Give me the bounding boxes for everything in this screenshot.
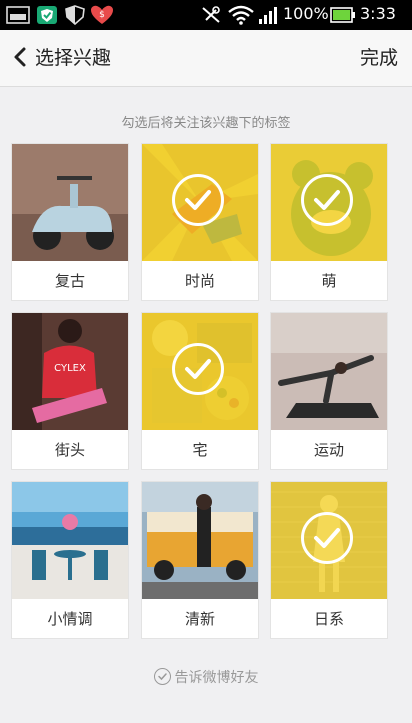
sports-photo xyxy=(271,313,387,430)
interest-label: 日系 xyxy=(313,610,344,628)
interest-label: 萌 xyxy=(321,272,337,290)
interest-card-fresh[interactable]: 清新 xyxy=(141,481,259,639)
check-circle-icon xyxy=(153,668,171,685)
interest-label: 运动 xyxy=(313,441,344,459)
chevron-left-icon[interactable] xyxy=(10,42,36,72)
vintage-photo xyxy=(12,144,128,261)
mute-icon xyxy=(202,6,220,23)
sale-icon: $ xyxy=(91,5,113,25)
mood-photo xyxy=(12,482,128,599)
notification-icon xyxy=(6,6,30,24)
check-circle-icon xyxy=(172,343,224,395)
check-circle-icon xyxy=(301,512,353,564)
nav-bar: 选择兴趣 完成 xyxy=(0,30,412,87)
svg-text:CYLEX: CYLEX xyxy=(54,363,86,374)
battery-icon xyxy=(330,7,355,23)
screen: $ 100% 3:33 选择兴趣 完成 勾选后将关注该兴趣下的标签 复古 时尚 … xyxy=(0,0,412,723)
check-circle-icon xyxy=(172,174,224,226)
interest-card-sports[interactable]: 运动 xyxy=(270,312,388,470)
shield-icon xyxy=(37,6,57,24)
battery-percent: 100% xyxy=(283,4,329,23)
done-button[interactable]: 完成 xyxy=(360,43,398,70)
signal-icon xyxy=(259,7,277,24)
interest-card-mood[interactable]: 小情调 xyxy=(11,481,129,639)
interest-label: 街头 xyxy=(54,441,85,459)
street-photo: CYLEX xyxy=(12,313,128,430)
interest-label: 宅 xyxy=(192,441,208,459)
page-title: 选择兴趣 xyxy=(35,47,112,69)
share-label: 告诉微博好友 xyxy=(174,670,259,686)
interest-label: 时尚 xyxy=(184,272,215,290)
status-bar: $ 100% 3:33 xyxy=(0,0,412,30)
svg-text:$: $ xyxy=(99,10,105,20)
interest-label: 复古 xyxy=(54,272,85,290)
check-circle-icon xyxy=(301,174,353,226)
clock: 3:33 xyxy=(360,4,396,23)
security-icon xyxy=(65,5,85,25)
interest-card-fashion[interactable]: 时尚 xyxy=(141,143,259,301)
interest-card-japanese[interactable]: 日系 xyxy=(270,481,388,639)
interest-card-otaku[interactable]: 宅 xyxy=(141,312,259,470)
interest-label: 小情调 xyxy=(47,610,93,628)
interest-card-street[interactable]: CYLEX 街头 xyxy=(11,312,129,470)
wifi-icon xyxy=(228,5,254,25)
hint-text: 勾选后将关注该兴趣下的标签 xyxy=(121,116,291,131)
fresh-photo xyxy=(142,482,258,599)
tell-weibo-friends-checkbox[interactable]: 告诉微博好友 xyxy=(0,667,412,687)
interest-card-vintage[interactable]: 复古 xyxy=(11,143,129,301)
interest-label: 清新 xyxy=(184,610,215,628)
interest-card-cute[interactable]: 萌 xyxy=(270,143,388,301)
